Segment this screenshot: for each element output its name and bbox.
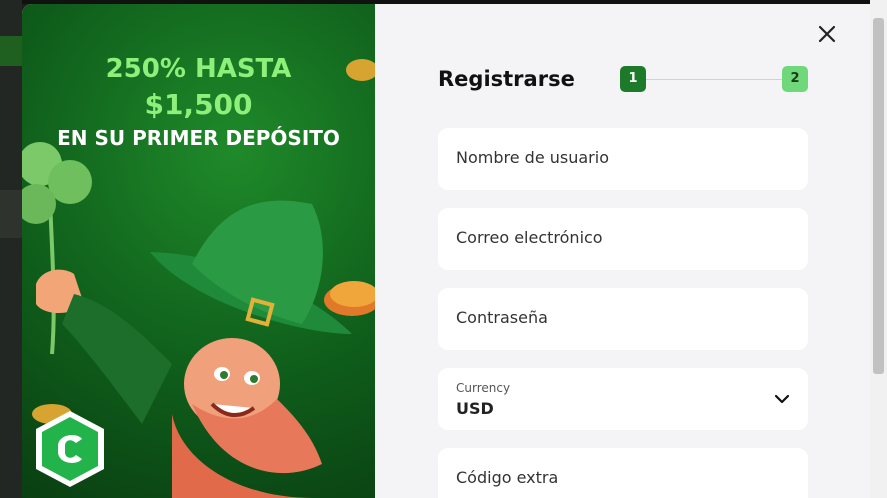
password-placeholder: Contraseña bbox=[456, 308, 548, 327]
username-field[interactable]: Nombre de usuario bbox=[438, 128, 808, 190]
chevron-down-icon[interactable] bbox=[774, 392, 790, 406]
promo-banner: 250% HASTA $1,500 EN SU PRIMER DEPÓSITO bbox=[22, 4, 375, 498]
scrollbar-thumb[interactable] bbox=[873, 18, 884, 374]
promo-subtitle: EN SU PRIMER DEPÓSITO bbox=[57, 126, 340, 150]
username-placeholder: Nombre de usuario bbox=[456, 148, 609, 167]
extra-code-placeholder: Código extra bbox=[456, 468, 559, 487]
extra-code-field[interactable]: Código extra bbox=[438, 448, 808, 498]
step-connector bbox=[646, 79, 782, 80]
pupil-shape bbox=[250, 375, 258, 383]
hat-top bbox=[192, 200, 323, 324]
step-1-badge: 1 bbox=[620, 66, 646, 92]
currency-value: USD bbox=[456, 399, 494, 418]
promo-amount: $1,500 bbox=[144, 88, 253, 121]
email-field[interactable]: Correo electrónico bbox=[438, 208, 808, 270]
background-banner bbox=[0, 36, 22, 66]
close-icon[interactable] bbox=[815, 22, 839, 46]
registration-modal: 250% HASTA $1,500 EN SU PRIMER DEPÓSITO … bbox=[22, 4, 870, 498]
currency-select[interactable]: Currency USD bbox=[438, 368, 808, 430]
arm-shape bbox=[62, 294, 172, 424]
site-logo-icon[interactable] bbox=[34, 409, 106, 489]
pupil-shape bbox=[220, 371, 228, 379]
step-2-badge: 2 bbox=[782, 66, 808, 92]
background-button bbox=[0, 190, 22, 238]
background-page-left bbox=[0, 0, 22, 498]
password-field[interactable]: Contraseña bbox=[438, 288, 808, 350]
registration-form: Registrarse 1 2 Nombre de usuario Correo… bbox=[375, 4, 870, 498]
currency-label: Currency bbox=[456, 381, 511, 395]
form-title: Registrarse bbox=[438, 67, 575, 91]
step-indicator: 1 2 bbox=[620, 66, 810, 94]
promo-headline: 250% HASTA bbox=[105, 54, 292, 84]
email-placeholder: Correo electrónico bbox=[456, 228, 603, 247]
